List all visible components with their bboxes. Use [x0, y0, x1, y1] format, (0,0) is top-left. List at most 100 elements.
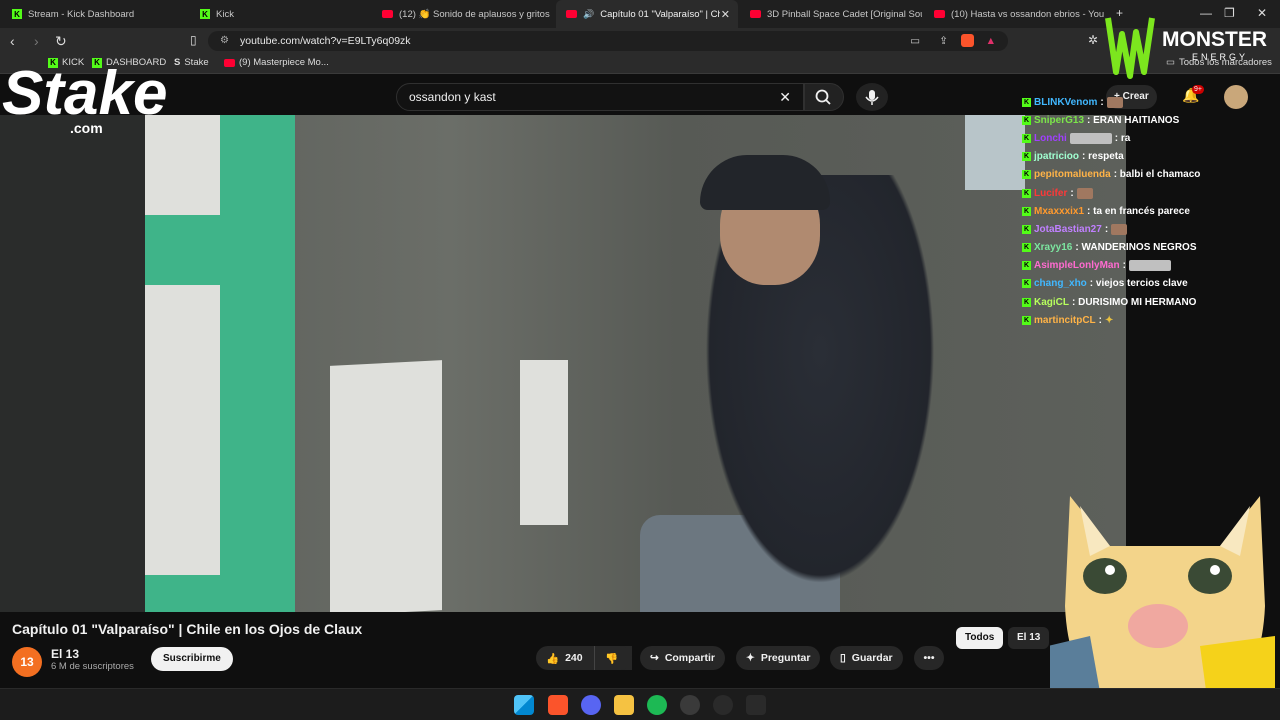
subscriber-count: 6 M de suscriptores: [51, 661, 134, 672]
kick-icon: K: [1022, 243, 1031, 253]
chat-text: : respeta: [1082, 151, 1124, 163]
cat-eye: [1083, 558, 1127, 594]
dislike-button[interactable]: 👎: [594, 646, 632, 670]
file-explorer-icon[interactable]: [614, 695, 634, 715]
ask-button[interactable]: ✦ Preguntar: [736, 646, 821, 670]
brave-shields-icon[interactable]: [961, 34, 974, 47]
windows-start-icon[interactable]: [514, 695, 534, 715]
save-label: Guardar: [851, 652, 893, 664]
save-button[interactable]: ▯ Guardar: [830, 646, 903, 670]
app-icon[interactable]: [713, 695, 733, 715]
extensions-icon[interactable]: ✲: [1088, 33, 1098, 47]
bookmark-masterpiece[interactable]: (9) Masterpiece Mo...: [224, 57, 329, 68]
search-button[interactable]: [804, 83, 844, 111]
chat-text: :: [1070, 187, 1074, 199]
tab-kick-dashboard[interactable]: K Stream - Kick Dashboard: [2, 0, 188, 28]
bookmark-icon[interactable]: ▯: [190, 33, 197, 47]
discord-icon[interactable]: [581, 695, 601, 715]
chat-message: Kpepitomaluenda: balbi el chamaco: [1022, 166, 1277, 184]
chat-message: K Mxaxxxix1: ta en francés parece: [1022, 202, 1277, 220]
chat-username: jpatricioo: [1034, 151, 1080, 163]
forward-icon[interactable]: ›: [34, 33, 39, 49]
voice-search-button[interactable]: [856, 83, 888, 111]
tab-label: Capítulo 01 "Valparaíso" | Chile: [600, 8, 721, 20]
brave-rewards-icon[interactable]: ▲: [986, 31, 996, 51]
youtube-icon: [934, 10, 945, 18]
back-icon[interactable]: ‹: [10, 33, 15, 49]
chat-text: :: [1104, 223, 1109, 235]
video-frame-plaque: [520, 360, 568, 525]
youtube-icon: [382, 10, 393, 18]
tab-kick[interactable]: K Kick: [190, 0, 370, 28]
youtube-icon: [750, 10, 761, 18]
tab-label: Kick: [216, 8, 234, 20]
video-player[interactable]: [0, 115, 1126, 612]
chat-username: KagiCL: [1034, 296, 1069, 308]
cat-nose: [1128, 604, 1188, 648]
bookmark-label: Stake: [184, 57, 209, 68]
tab-aplausos[interactable]: (12) 👏 Sonido de aplausos y gritos: [372, 0, 552, 28]
video-frame-panel: [145, 285, 220, 575]
channel-name[interactable]: El 13: [51, 647, 79, 661]
tab-label: Stream - Kick Dashboard: [28, 8, 135, 20]
tab-strip: K Stream - Kick Dashboard K Kick (12) 👏 …: [0, 0, 1280, 28]
close-icon[interactable]: ✕: [721, 8, 730, 21]
chat-username: Mxaxxxix1: [1034, 205, 1085, 217]
chat-username: chang_xho: [1034, 278, 1087, 290]
monster-logo-text: MONSTER: [1162, 28, 1267, 51]
chip-todos[interactable]: Todos: [956, 627, 1004, 649]
youtube-icon: [224, 58, 235, 67]
bookmarks-bar: K KICK K DASHBOARD S Stake (9) Masterpie…: [0, 54, 1280, 74]
site-info-icon[interactable]: ⚙: [220, 31, 229, 51]
chat-username: Xrayy16: [1034, 242, 1073, 254]
chat-username: BLINKVenom: [1034, 96, 1098, 108]
kick-icon: K: [1022, 206, 1031, 216]
channel-avatar[interactable]: 13: [12, 647, 42, 677]
chat-text: : ERAN HAITIANOS: [1087, 114, 1180, 126]
address-bar-row: ‹ › ↻ ▯ ⚙ youtube.com/watch?v=E9LTy6q09z…: [0, 28, 1280, 54]
cat-eye-shine: [1105, 565, 1115, 575]
chat-message: Kjpatricioo: respeta: [1022, 148, 1277, 166]
obs-icon[interactable]: [680, 695, 700, 715]
chat-username: AsimpleLonlyMan: [1034, 260, 1120, 272]
share-icon[interactable]: ⇪: [939, 31, 948, 51]
more-actions-button[interactable]: •••: [914, 646, 944, 670]
brave-icon[interactable]: [548, 695, 568, 715]
sparkle-icon: ✦: [746, 652, 755, 664]
chat-message: K BLINKVenom:: [1022, 93, 1277, 111]
triangle-app-icon[interactable]: [746, 695, 766, 715]
chat-text: :: [1122, 260, 1126, 272]
stake-logo: Stake .com: [2, 59, 167, 136]
share-button[interactable]: ↪ Compartir: [640, 646, 725, 670]
chat-message: K Xrayy16: WANDERINOS NEGROS: [1022, 239, 1277, 257]
search-input[interactable]: ossandon y kast ✕: [396, 83, 804, 111]
video-title: Capítulo 01 "Valparaíso" | Chile en los …: [12, 621, 363, 637]
clear-search-icon[interactable]: ✕: [779, 84, 791, 110]
kick-icon: K: [1022, 279, 1031, 289]
tab-hasta-vs-ossandon[interactable]: (10) Hasta vs ossandon ebrios - YouT: [924, 0, 1104, 28]
chat-text: : DURISIMO MI HERMANO: [1072, 296, 1197, 308]
subscribe-button[interactable]: Suscribirme: [151, 647, 233, 671]
tab-pinball[interactable]: 3D Pinball Space Cadet [Original Sou: [740, 0, 922, 28]
chat-message: K Lonchi: ra: [1022, 129, 1277, 147]
youtube-icon: [566, 10, 577, 18]
reload-icon[interactable]: ↻: [55, 33, 67, 50]
chat-username: martincitpCL: [1034, 314, 1096, 326]
audio-playing-icon: 🔊: [583, 8, 595, 19]
search-icon: [815, 89, 831, 105]
spotify-icon[interactable]: [647, 695, 667, 715]
cast-icon[interactable]: ▭: [910, 31, 920, 51]
chat-text: : WANDERINOS NEGROS: [1075, 242, 1197, 254]
thumbs-down-icon: 👎: [605, 652, 619, 665]
emote-icon: [1111, 223, 1128, 235]
url-text: youtube.com/watch?v=E9LTy6q09zk: [240, 35, 411, 47]
chat-message: K KagiCL: DURISIMO MI HERMANO: [1022, 293, 1277, 311]
chat-username: JotaBastian27: [1034, 223, 1102, 235]
bookmark-label: (9) Masterpiece Mo...: [239, 57, 329, 68]
chip-el-13[interactable]: El 13: [1008, 627, 1050, 649]
tab-capitulo-01[interactable]: 🔊 Capítulo 01 "Valparaíso" | Chile ✕: [556, 0, 738, 28]
share-label: Compartir: [664, 652, 715, 664]
kick-icon: K: [1022, 224, 1031, 234]
chat-username: Lucifer: [1034, 187, 1068, 199]
url-field[interactable]: ⚙ youtube.com/watch?v=E9LTy6q09zk ▭ ⇪ ▲: [208, 31, 1008, 51]
